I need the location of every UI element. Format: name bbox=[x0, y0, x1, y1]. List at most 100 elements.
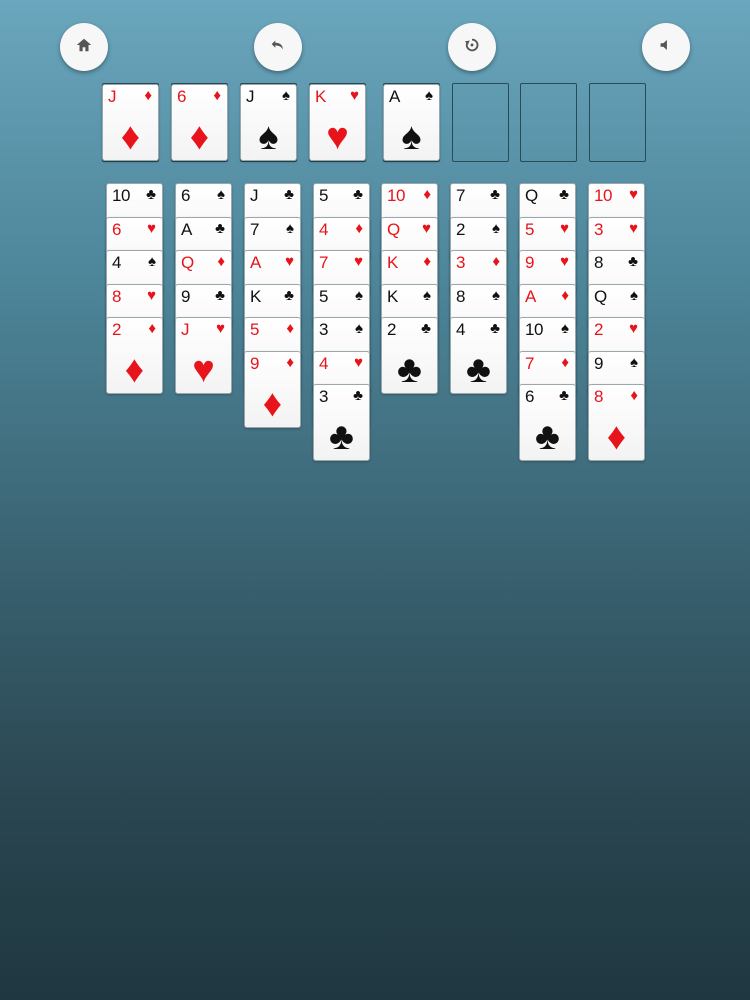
card-suit-icon: ♦ bbox=[217, 253, 225, 270]
card-suit-icon: ♥ bbox=[147, 286, 156, 304]
card-rank: 9 bbox=[525, 253, 534, 272]
card-suit-icon: ♥ bbox=[285, 253, 294, 270]
card-center-suit-icon: ♠ bbox=[401, 116, 422, 158]
card-rank: A bbox=[389, 87, 400, 106]
card-suit-icon: ♠ bbox=[355, 286, 363, 304]
card-rank: 10 bbox=[594, 186, 612, 205]
tableau-card[interactable]: 6 ♣ ♣ bbox=[519, 384, 576, 461]
card-rank: J bbox=[108, 87, 117, 106]
card-suit-icon: ♥ bbox=[422, 219, 431, 237]
card-center-suit-icon: ♦ bbox=[262, 382, 283, 425]
card-rank: 9 bbox=[594, 353, 603, 373]
card-rank: 7 bbox=[525, 353, 534, 373]
card-suit-icon: ♥ bbox=[560, 219, 569, 237]
sound-button[interactable] bbox=[642, 23, 690, 71]
card-rank: 10 bbox=[112, 186, 130, 205]
card-suit-icon: ♦ bbox=[423, 186, 431, 203]
card-suit-icon: ♣ bbox=[284, 186, 294, 203]
card-suit-icon: ♣ bbox=[421, 320, 431, 337]
top-card[interactable]: J ♦ ♦ bbox=[102, 84, 159, 161]
tableau-card[interactable]: 2 ♣ ♣ bbox=[381, 317, 438, 394]
card-suit-icon: ♠ bbox=[561, 320, 569, 337]
top-card[interactable]: J ♠ ♠ bbox=[240, 84, 297, 161]
card-suit-icon: ♠ bbox=[282, 87, 290, 104]
card-rank: 6 bbox=[177, 87, 186, 106]
card-rank: K bbox=[387, 253, 398, 272]
card-rank: 8 bbox=[112, 286, 121, 306]
tableau-card[interactable]: 2 ♦ ♦ bbox=[106, 317, 163, 394]
card-rank: 4 bbox=[456, 320, 465, 339]
card-suit-icon: ♠ bbox=[286, 219, 294, 237]
card-rank: K bbox=[387, 286, 398, 306]
card-suit-icon: ♥ bbox=[350, 87, 359, 104]
card-suit-icon: ♣ bbox=[559, 387, 569, 404]
card-rank: K bbox=[250, 286, 261, 306]
card-suit-icon: ♣ bbox=[490, 320, 500, 337]
foundation-slot[interactable] bbox=[452, 83, 509, 162]
card-rank: 3 bbox=[594, 219, 603, 239]
card-rank: 2 bbox=[594, 320, 603, 339]
card-rank: J bbox=[246, 87, 255, 106]
card-rank: 3 bbox=[319, 320, 328, 339]
card-rank: 7 bbox=[250, 219, 259, 239]
card-center-suit-icon: ♠ bbox=[258, 116, 279, 158]
card-suit-icon: ♥ bbox=[354, 353, 363, 371]
card-center-suit-icon: ♣ bbox=[397, 349, 422, 391]
card-center-suit-icon: ♦ bbox=[120, 116, 141, 158]
card-suit-icon: ♥ bbox=[629, 320, 638, 337]
restart-button[interactable] bbox=[448, 23, 496, 71]
card-suit-icon: ♣ bbox=[215, 286, 225, 304]
card-rank: Q bbox=[387, 219, 400, 239]
top-card[interactable]: K ♥ ♥ bbox=[309, 84, 366, 161]
card-center-suit-icon: ♣ bbox=[466, 349, 491, 391]
restart-icon bbox=[463, 36, 481, 59]
card-rank: A bbox=[525, 286, 536, 306]
card-rank: J bbox=[250, 186, 259, 205]
card-rank: 5 bbox=[250, 320, 259, 339]
card-rank: 6 bbox=[525, 387, 534, 406]
card-rank: J bbox=[181, 320, 190, 339]
card-rank: 2 bbox=[387, 320, 396, 339]
card-rank: K bbox=[315, 87, 326, 106]
top-card[interactable]: A ♠ ♠ bbox=[383, 84, 440, 161]
tableau-card[interactable]: J ♥ ♥ bbox=[175, 317, 232, 394]
tableau-card[interactable]: 3 ♣ ♣ bbox=[313, 384, 370, 461]
card-rank: 3 bbox=[319, 387, 328, 406]
card-rank: 10 bbox=[525, 320, 543, 339]
card-suit-icon: ♣ bbox=[353, 186, 363, 203]
card-rank: Q bbox=[525, 186, 538, 205]
card-rank: 4 bbox=[319, 219, 328, 239]
card-suit-icon: ♦ bbox=[630, 387, 638, 404]
tableau-card[interactable]: 8 ♦ ♦ bbox=[588, 384, 645, 461]
card-suit-icon: ♠ bbox=[630, 353, 638, 371]
card-suit-icon: ♦ bbox=[492, 253, 500, 270]
card-rank: 6 bbox=[181, 186, 190, 205]
card-suit-icon: ♦ bbox=[561, 286, 569, 304]
card-suit-icon: ♥ bbox=[629, 219, 638, 237]
card-rank: 10 bbox=[387, 186, 405, 205]
top-card[interactable]: 6 ♦ ♦ bbox=[171, 84, 228, 161]
card-suit-icon: ♠ bbox=[492, 219, 500, 237]
card-suit-icon: ♦ bbox=[286, 353, 294, 371]
sound-icon bbox=[657, 36, 675, 59]
tableau-card[interactable]: 9 ♦ ♦ bbox=[244, 350, 301, 428]
card-rank: Q bbox=[594, 286, 607, 306]
card-rank: 8 bbox=[456, 286, 465, 306]
foundation-slot[interactable] bbox=[589, 83, 646, 162]
card-rank: 8 bbox=[594, 387, 603, 406]
home-button[interactable] bbox=[60, 23, 108, 71]
card-rank: 8 bbox=[594, 253, 603, 272]
card-rank: 9 bbox=[181, 286, 190, 306]
card-rank: A bbox=[250, 253, 261, 272]
foundation-slot[interactable] bbox=[520, 83, 577, 162]
tableau-card[interactable]: 4 ♣ ♣ bbox=[450, 317, 507, 394]
undo-button[interactable] bbox=[254, 23, 302, 71]
card-center-suit-icon: ♦ bbox=[189, 116, 210, 158]
card-suit-icon: ♥ bbox=[216, 320, 225, 337]
card-center-suit-icon: ♥ bbox=[326, 116, 349, 158]
card-center-suit-icon: ♦ bbox=[606, 416, 627, 458]
card-rank: 7 bbox=[456, 186, 465, 205]
card-rank: 4 bbox=[112, 253, 121, 272]
card-rank: 5 bbox=[319, 286, 328, 306]
card-suit-icon: ♠ bbox=[423, 286, 431, 304]
